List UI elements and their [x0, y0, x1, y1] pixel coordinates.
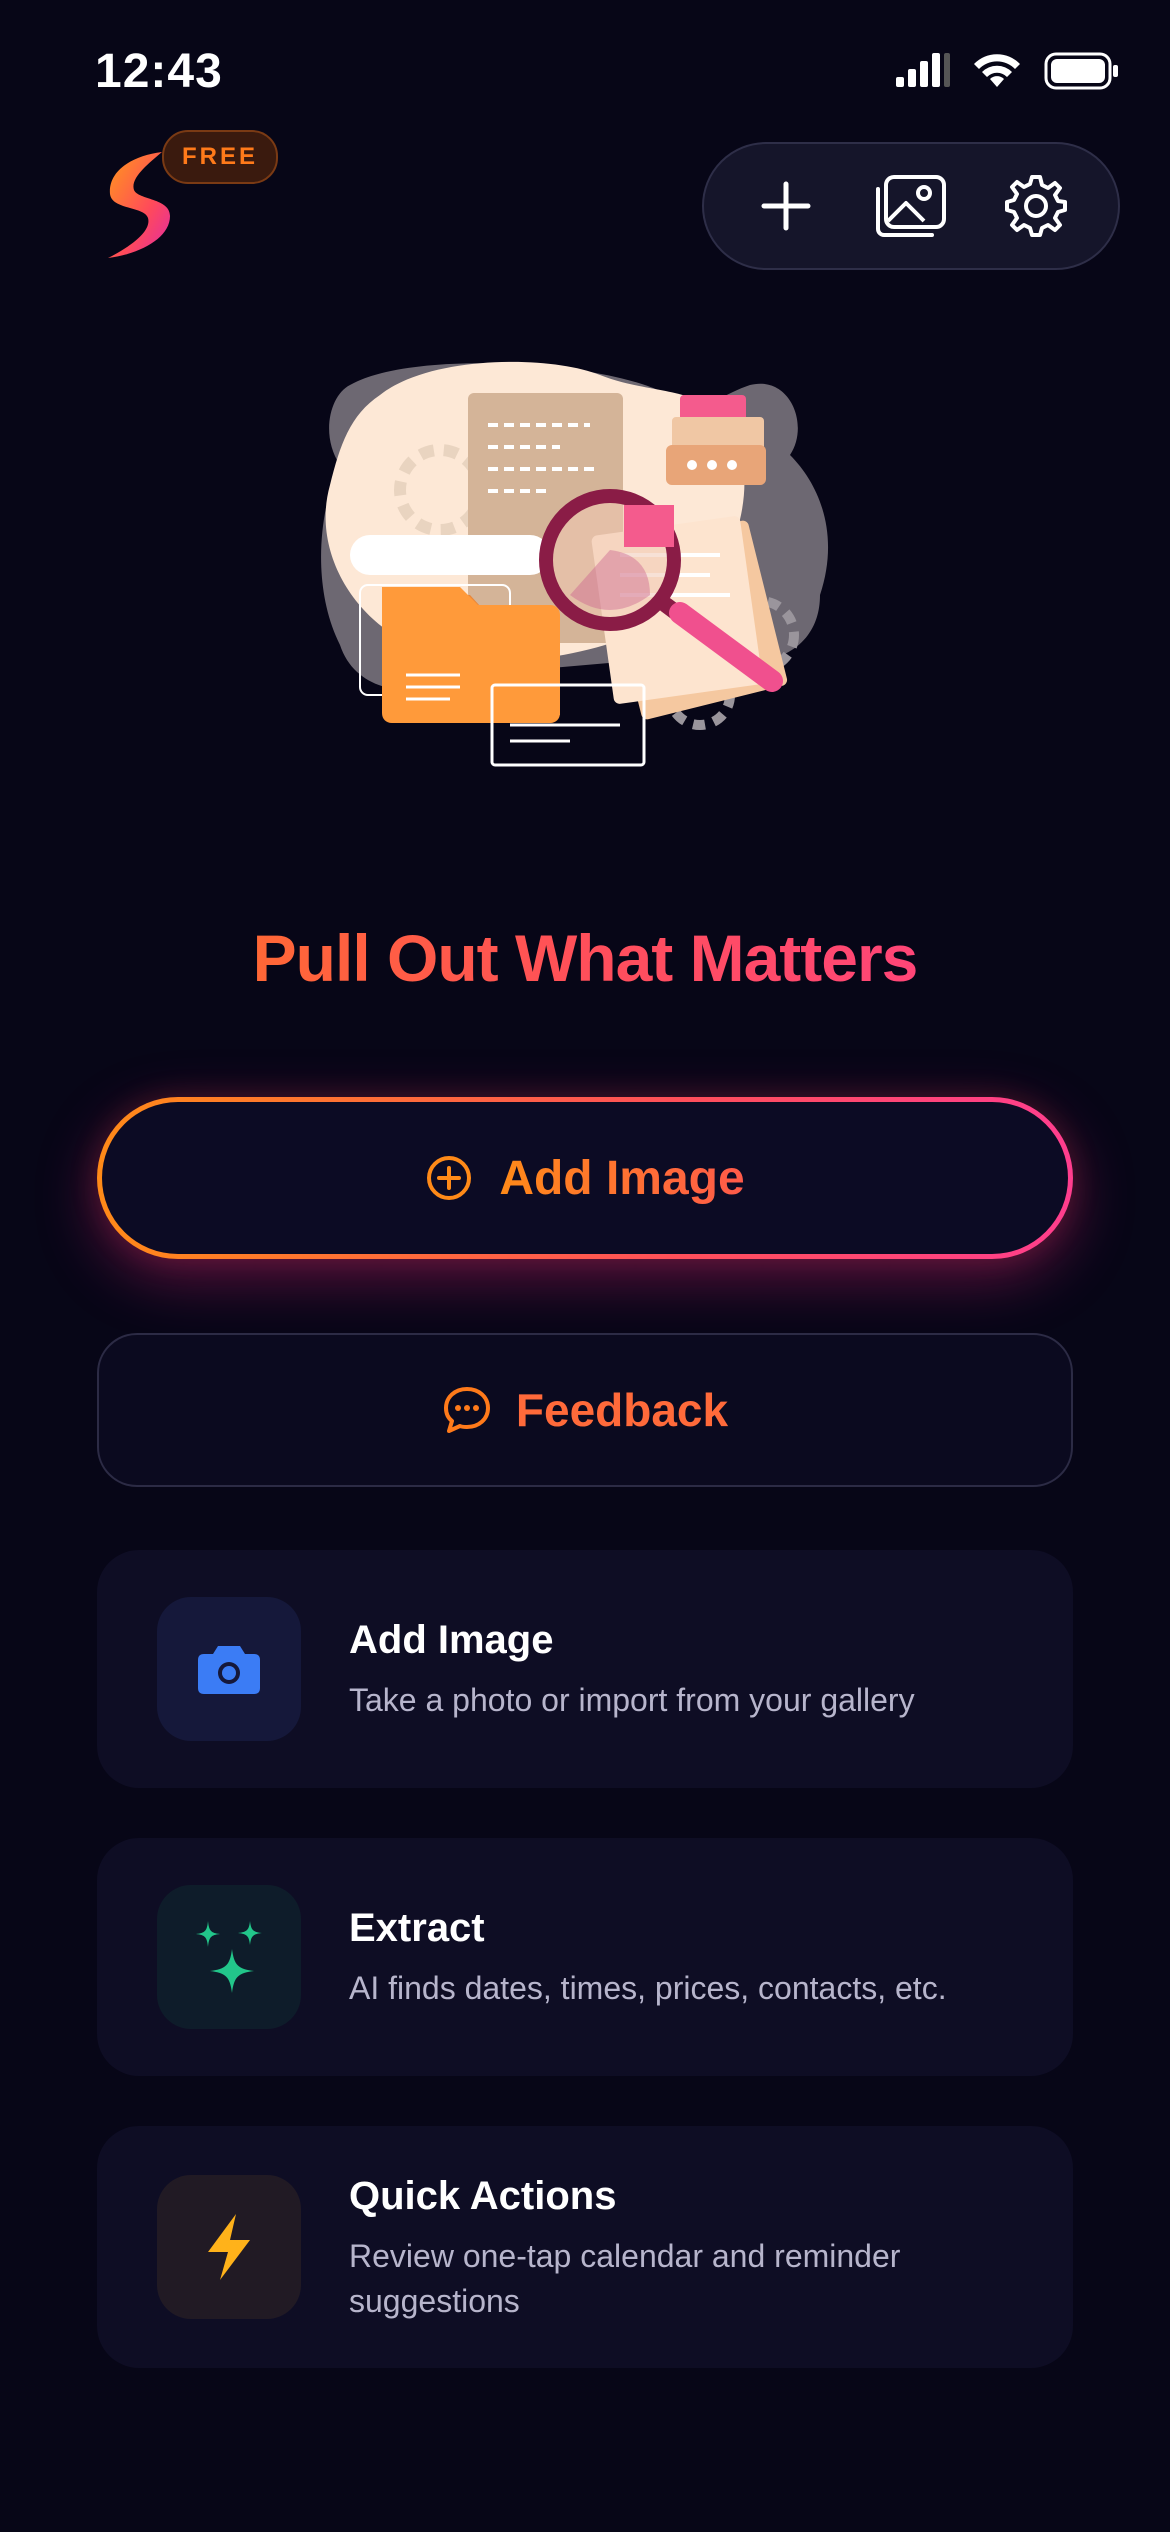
gallery-icon: [875, 175, 946, 237]
hero-illustration: [321, 361, 829, 767]
feature-description: Take a photo or import from your gallery: [349, 1682, 915, 1718]
feature-description: Review one-tap calendar and reminder sug…: [349, 2238, 901, 2319]
gear-icon: [1004, 175, 1067, 237]
feature-card-extract: Extract AI finds dates, times, prices, c…: [97, 1838, 1073, 2076]
settings-button[interactable]: [991, 161, 1081, 251]
chat-bubble-icon: [443, 1387, 490, 1433]
plus-circle-icon: [427, 1156, 472, 1200]
feature-title: Add Image: [349, 1618, 554, 1662]
plan-badge: FREE: [162, 130, 278, 184]
wifi-icon: [974, 54, 1020, 87]
hero-headline: Pull Out What Matters: [0, 920, 1170, 996]
feature-title: Extract: [349, 1906, 485, 1950]
feedback-label: Feedback: [515, 1384, 729, 1436]
bolt-icon: [208, 2214, 250, 2280]
camera-icon: [198, 1646, 260, 1694]
sparkles-icon: [196, 1921, 262, 1993]
feature-icon-box: [157, 2175, 301, 2319]
feature-card-add-image: Add Image Take a photo or import from yo…: [97, 1550, 1073, 1788]
signal-icon: [896, 53, 950, 87]
feedback-button[interactable]: Feedback: [97, 1333, 1073, 1487]
add-image-label: Add Image: [499, 1151, 745, 1205]
status-icons: [894, 52, 1120, 90]
plus-icon: [761, 181, 811, 231]
add-image-button[interactable]: Add Image: [97, 1097, 1073, 1259]
feature-description: AI finds dates, times, prices, contacts,…: [349, 1970, 947, 2006]
battery-icon: [1044, 52, 1118, 90]
feature-icon-box: [157, 1597, 301, 1741]
top-toolbar: [702, 142, 1120, 270]
feature-title: Quick Actions: [349, 2174, 617, 2218]
feature-card-quick-actions: Quick Actions Review one-tap calendar an…: [97, 2126, 1073, 2368]
status-time: 12:43: [95, 45, 223, 98]
gallery-button[interactable]: [866, 161, 956, 251]
add-button[interactable]: [741, 161, 831, 251]
feature-icon-box: [157, 1885, 301, 2029]
